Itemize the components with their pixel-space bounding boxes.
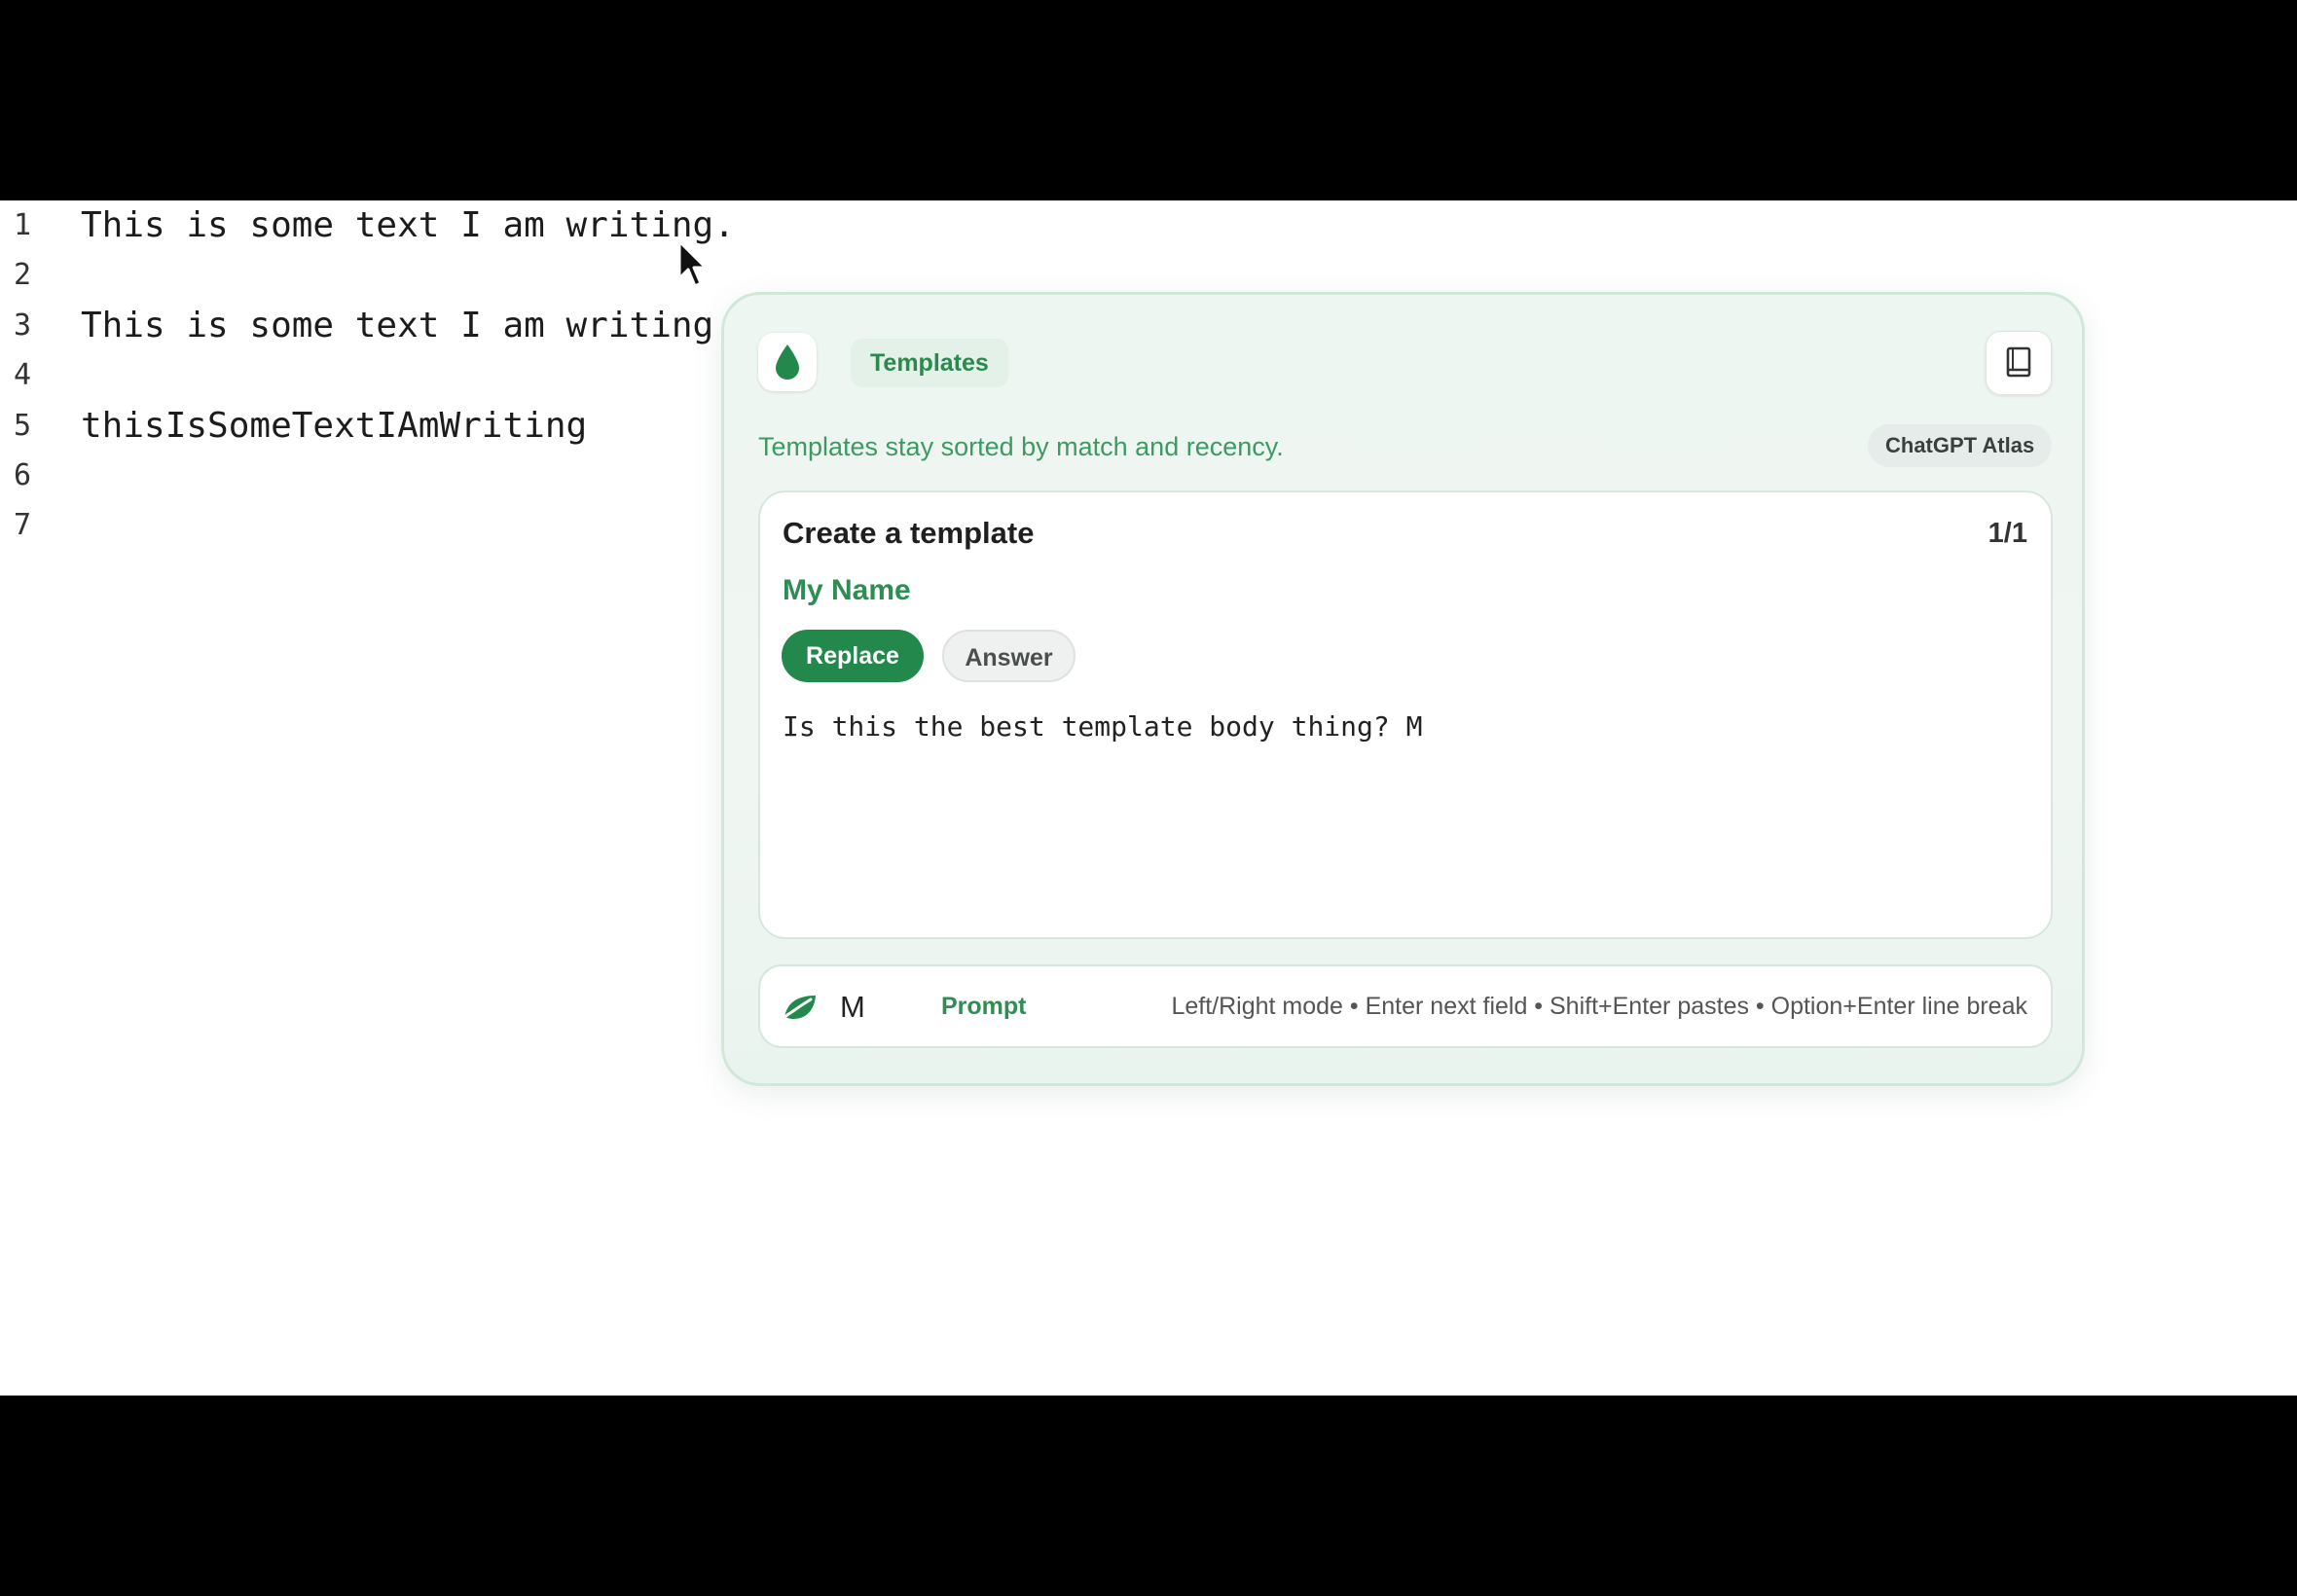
prompt-bar: Prompt Left/Right mode • Enter next fiel… xyxy=(758,964,2053,1048)
mouse-pointer-icon xyxy=(677,239,708,288)
line-number: 3 xyxy=(14,308,32,343)
templates-popup: Templates Templates stay sorted by match… xyxy=(721,292,2085,1086)
prompt-input[interactable] xyxy=(840,984,898,1031)
card-title: Create a template xyxy=(783,516,1035,550)
line-text[interactable]: This is some text I am writing. xyxy=(81,200,735,251)
editor-line[interactable]: 1 This is some text I am writing. xyxy=(0,200,2297,251)
replace-mode-button[interactable]: Replace xyxy=(782,630,924,682)
keyboard-hint: Left/Right mode • Enter next field • Shi… xyxy=(1171,993,2027,1020)
line-text[interactable]: thisIsSomeTextIAmWriting xyxy=(81,401,587,452)
template-card: Create a template 1/1 My Name Replace An… xyxy=(758,490,2053,939)
line-number: 6 xyxy=(14,458,32,492)
popup-subtitle: Templates stay sorted by match and recen… xyxy=(758,432,1284,461)
line-number: 1 xyxy=(14,208,32,242)
template-name[interactable]: My Name xyxy=(783,570,911,611)
template-count: 1/1 xyxy=(1987,518,2027,549)
template-body[interactable]: Is this the best template body thing? M xyxy=(783,707,1422,746)
line-number: 5 xyxy=(14,409,32,443)
line-number: 2 xyxy=(14,258,32,292)
book-button[interactable] xyxy=(1986,331,2052,395)
screen: 1 This is some text I am writing. 2 3 Th… xyxy=(0,200,2297,1396)
source-badge: ChatGPT Atlas xyxy=(1868,424,2053,467)
leaf-icon xyxy=(783,996,816,1019)
line-text[interactable]: This is some text I am writing xyxy=(81,301,713,351)
tab-templates[interactable]: Templates xyxy=(851,339,1008,387)
answer-mode-button[interactable]: Answer xyxy=(942,630,1076,682)
line-number: 4 xyxy=(14,358,32,392)
prompt-mode-label: Prompt xyxy=(941,993,1027,1020)
book-icon xyxy=(2006,346,2031,378)
droplet-icon xyxy=(758,333,817,391)
line-number: 7 xyxy=(14,508,32,542)
